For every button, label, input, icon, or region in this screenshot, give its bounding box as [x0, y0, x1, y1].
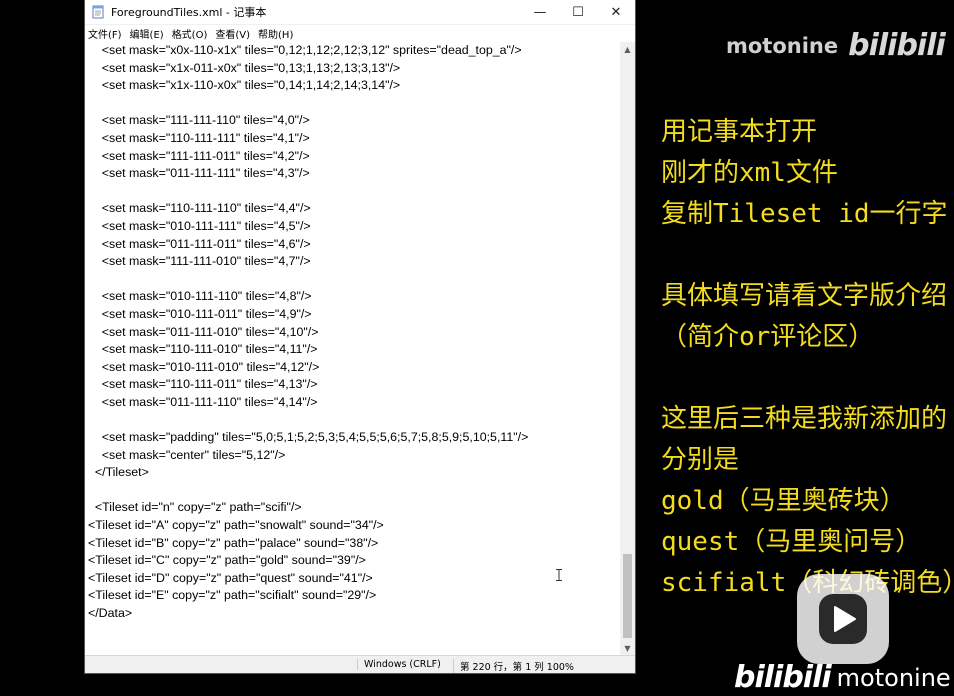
note-line: 具体填写请看文字版介绍	[661, 281, 948, 311]
menu-bar: 文件(F) 编辑(E) 格式(O) 查看(V) 帮助(H)	[85, 25, 635, 42]
code-line: <set mask="padding" tiles="5,0;5,1;5,2;5…	[88, 430, 529, 445]
code-line: <set mask="110-111-011" tiles="4,13"/>	[88, 377, 318, 392]
status-bar: Windows (CRLF) 第 220 行，第 1 列 100%	[85, 655, 635, 673]
code-line: <set mask="010-111-010" tiles="4,12"/>	[88, 359, 320, 374]
maximize-button[interactable]: ☐	[559, 0, 597, 24]
note-line: gold（马里奥砖块）	[661, 486, 906, 516]
encoding-status: Windows (CRLF)	[357, 659, 441, 670]
note-line: 用记事本打开	[661, 117, 818, 147]
code-line: <set mask="011-111-011" tiles="4,6"/>	[88, 236, 311, 251]
bilibili-logo: bilibili	[848, 28, 946, 63]
code-line: <Tileset id="C" copy="z" path="gold" sou…	[88, 553, 366, 568]
code-line: <set mask="111-111-011" tiles="4,2"/>	[88, 148, 310, 163]
code-line: <Tileset id="B" copy="z" path="palace" s…	[88, 535, 379, 550]
watermark-top: motonine bilibili	[726, 28, 946, 63]
note-line: 复制Tileset id一行字	[661, 199, 948, 229]
code-line: <set mask="110-111-111" tiles="4,1"/>	[88, 130, 310, 145]
code-line: <set mask="110-111-010" tiles="4,11"/>	[88, 342, 318, 357]
menu-help[interactable]: 帮助(H)	[258, 26, 293, 41]
note-line: （简介or评论区）	[661, 322, 875, 352]
code-line: <set mask="x1x-011-x0x" tiles="0,13;1,13…	[88, 60, 401, 75]
play-icon	[834, 606, 856, 632]
note-line	[661, 235, 951, 276]
code-line: <Tileset id="D" copy="z" path="quest" so…	[88, 570, 373, 585]
menu-format[interactable]: 格式(O)	[172, 26, 208, 41]
code-line: <set mask="011-111-010" tiles="4,10"/>	[88, 324, 319, 339]
code-line: <set mask="011-111-111" tiles="4,3"/>	[88, 166, 310, 181]
minimize-button[interactable]: —	[521, 0, 559, 24]
channel-name: motonine	[726, 33, 839, 58]
code-line: <Tileset id="n" copy="z" path="scifi"/>	[88, 500, 302, 515]
code-line: </Data>	[88, 606, 133, 620]
menu-file[interactable]: 文件(F)	[88, 26, 122, 41]
note-line: 分别是	[661, 445, 740, 475]
menu-edit[interactable]: 编辑(E)	[130, 26, 164, 41]
notepad-icon	[91, 5, 105, 19]
scroll-down-icon[interactable]: ▼	[620, 641, 635, 656]
note-line: 刚才的xml文件	[661, 158, 838, 188]
code-line: </Tileset>	[88, 465, 149, 480]
code-line: <set mask="011-111-110" tiles="4,14"/>	[88, 394, 318, 409]
note-line: quest（马里奥问号）	[661, 527, 922, 557]
code-line: <set mask="010-111-111" tiles="4,5"/>	[88, 218, 311, 233]
notepad-window: ForegroundTiles.xml - 记事本 — ☐ ✕ 文件(F) 编辑…	[85, 0, 635, 673]
code-line: <set mask="010-111-011" tiles="4,9"/>	[88, 306, 312, 321]
code-line: <set mask="x1x-110-x0x" tiles="0,14;1,14…	[88, 78, 401, 93]
code-text: <set mask="x0x-110-x1x" tiles="0,12;1,12…	[85, 42, 620, 623]
note-line	[661, 358, 951, 399]
play-button[interactable]	[797, 574, 889, 664]
code-line: <Tileset id="E" copy="z" path="scifialt"…	[88, 588, 377, 603]
close-button[interactable]: ✕	[597, 0, 635, 24]
cursor-position-status: 第 220 行，第 1 列 100%	[453, 659, 574, 673]
note-line: 这里后三种是我新添加的	[661, 404, 948, 434]
code-line: <set mask="010-111-110" tiles="4,8"/>	[88, 289, 312, 304]
window-title: ForegroundTiles.xml - 记事本	[111, 6, 267, 19]
text-editor[interactable]: <set mask="x0x-110-x1x" tiles="0,12;1,12…	[85, 42, 620, 656]
code-line: <set mask="x0x-110-x1x" tiles="0,12;1,12…	[88, 43, 522, 57]
code-line: <set mask="110-111-110" tiles="4,4"/>	[88, 201, 311, 216]
scroll-up-icon[interactable]: ▲	[620, 42, 635, 57]
code-line: <set mask="center" tiles="5,12"/>	[88, 447, 286, 462]
code-line: <Tileset id="A" copy="z" path="snowalt" …	[88, 518, 384, 533]
code-line: <set mask="111-111-110" tiles="4,0"/>	[88, 113, 310, 128]
menu-view[interactable]: 查看(V)	[215, 26, 250, 41]
vertical-scrollbar[interactable]: ▲ ▼	[620, 42, 635, 656]
code-line: <set mask="111-111-010" tiles="4,7"/>	[88, 254, 311, 269]
title-bar[interactable]: ForegroundTiles.xml - 记事本 — ☐ ✕	[85, 0, 635, 25]
channel-name-bottom: motonine	[836, 663, 951, 692]
bilibili-logo-bottom: bilibili	[734, 660, 832, 695]
text-cursor-icon	[556, 566, 562, 581]
watermark-bottom: bilibili motonine	[734, 660, 951, 695]
scroll-thumb[interactable]	[623, 554, 632, 638]
annotation-notes: 用记事本打开 刚才的xml文件复制Tileset id一行字 具体填写请看文字版介绍…	[661, 112, 954, 604]
